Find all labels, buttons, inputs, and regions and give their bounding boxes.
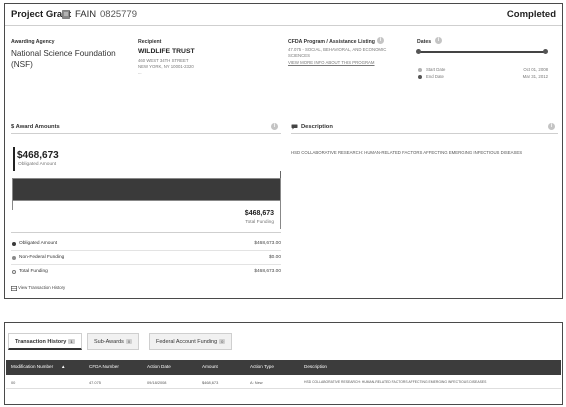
column-header-modification-number[interactable]: Modification Number [11,364,53,369]
cfda-label: CFDA Program / Assistance Listing [288,39,375,45]
description-divider [291,133,558,134]
table-icon [11,286,17,291]
award-amounts-info-icon[interactable]: i [271,123,278,130]
tab-transaction-history-count: 1 [68,339,75,344]
description-title: Description [301,124,333,130]
award-amounts-divider [11,133,281,134]
recipient-name[interactable]: WILDLIFE TRUST [138,48,195,55]
cell-cfda-number[interactable]: 47.075 [89,380,101,385]
dates-info-icon[interactable]: i [435,37,442,44]
dates-label: Dates [417,39,432,45]
start-date-label: Start Date [426,67,446,72]
legend-name-total: Total Funding [19,269,48,274]
legend-swatch-obligated [12,242,16,246]
bar-left-tick [12,201,13,210]
tab-sub-awards-label: Sub-Awards [94,339,124,345]
legend-name-non-federal: Non-Federal Funding [19,255,65,260]
legend-row-obligated: Obligated Amount $468,673.00 [11,239,281,251]
dates-timeline-fill [418,51,545,53]
document-icon [62,10,70,19]
legend-value-non-federal: $0.00 [268,255,281,260]
column-header-amount[interactable]: Amount [202,364,218,369]
sort-icon[interactable]: ▲ [61,364,65,369]
awarding-agency-name[interactable]: National Science Foundation (NSF) [11,48,126,70]
column-header-cfda-number[interactable]: CFDA Number [89,364,119,369]
cell-amount: $468,673 [202,380,219,385]
legend-value-total: $468,673.00 [254,269,281,274]
tab-transaction-history[interactable]: Transaction History 1 [8,333,82,350]
total-funding-label: Total Funding [245,220,274,225]
amounts-legend-divider [11,232,281,233]
status-badge: Completed [506,9,556,20]
transactions-table-header: Modification Number ▲ CFDA Number Action… [6,360,561,375]
speech-bubble-icon [291,124,298,130]
cell-modification-number: 00 [11,380,16,385]
cfda-info-icon[interactable]: i [377,37,384,44]
cfda-more-info-link[interactable]: VIEW MORE INFO ABOUT THIS PROGRAM [288,60,375,66]
description-text: HSD COLLABORATIVE RESEARCH: HUMAN-RELATE… [291,150,523,155]
tab-federal-account-funding-label: Federal Account Funding [156,339,218,345]
total-funding-value: $468,673 [244,210,274,217]
obligated-amount-bar[interactable] [12,178,281,201]
timeline-end-dot [543,49,548,54]
column-header-action-date[interactable]: Action Date [147,364,171,369]
award-details-panel: Transaction History 1 Sub-Awards 0 Federal… [4,322,563,405]
awarding-agency-label: Awarding Agency [11,39,55,45]
cell-action-date: 09/18/2008 [147,380,167,385]
tab-federal-account-funding[interactable]: Federal Account Funding 0 [149,333,233,350]
obligated-marker-line [13,147,15,171]
legend-value-obligated: $468,673.00 [254,241,281,246]
legend-name-obligated: Obligated Amount [19,241,58,246]
cell-action-type: A: New [250,380,263,385]
tab-transaction-history-label: Transaction History [15,339,67,345]
end-date-dot [418,75,422,79]
cell-description: HSD COLLABORATIVE RESEARCH: HUMAN-RELATE… [304,380,487,384]
total-marker-line [280,201,281,229]
award-header: Project Grant FAIN 0825779 Completed [5,4,562,26]
table-row: 00 47.075 09/18/2008 $468,673 A: New HSD… [6,375,561,389]
description-info-icon[interactable]: i [548,123,555,130]
cfda-program-line2: SCIENCES [288,53,310,58]
obligated-amount-label: Obligated Amount [18,162,57,167]
award-summary-panel: Project Grant FAIN 0825779 Completed Awa… [4,3,563,299]
tab-federal-account-funding-count: 0 [219,339,226,344]
recipient-label: Recipient [138,39,162,45]
timeline-start-dot [416,49,421,54]
column-header-description[interactable]: Description [304,364,327,369]
fain-label: FAIN [75,9,97,20]
recipient-address-line3: ... [138,70,142,75]
end-date-label: End Date [426,74,444,79]
legend-swatch-total [12,270,16,274]
start-date-dot [418,68,422,72]
award-amounts-title: $ Award Amounts [11,124,60,130]
recipient-address-line2: NEW YORK, NY 10001-2320 [138,64,194,69]
tab-sub-awards-count: 0 [125,339,133,344]
obligated-amount-value: $468,673 [17,150,59,161]
column-header-action-type[interactable]: Action Type [250,364,274,369]
fain-value: 0825779 [100,9,137,20]
legend-row-total: Total Funding $468,673.00 [11,267,281,279]
view-transaction-history-link[interactable]: View Transaction History [18,285,65,291]
tab-sub-awards[interactable]: Sub-Awards 0 [87,333,140,350]
legend-row-non-federal: Non-Federal Funding $0.00 [11,253,281,265]
dates-timeline-track [418,51,545,53]
legend-swatch-non-federal [12,256,16,260]
bar-end-tick [280,171,281,178]
end-date-value: Mar 31, 2012 [522,74,548,79]
start-date-value: Oct 01, 2008 [523,67,548,72]
